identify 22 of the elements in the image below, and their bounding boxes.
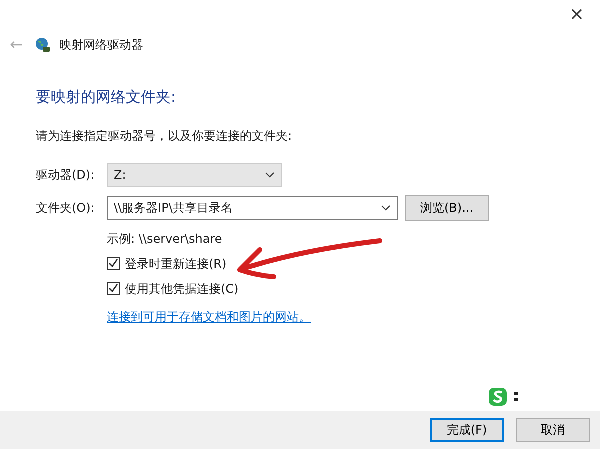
chevron-down-icon <box>381 204 391 210</box>
checkmark-icon <box>108 283 119 294</box>
dialog-title: 映射网络驱动器 <box>59 37 144 54</box>
finish-button[interactable]: 完成(F) <box>430 418 504 442</box>
network-globe-icon <box>35 37 52 53</box>
field-label: 文件夹(O): <box>36 200 96 216</box>
checkbox-option[interactable]: 登录时重新连接(R) <box>107 254 600 272</box>
browse-button[interactable]: 浏览(B)... <box>405 194 489 220</box>
checkmark-icon <box>108 258 119 269</box>
checkbox-option[interactable]: 使用其他凭据连接(C) <box>107 280 600 298</box>
drive-dropdown[interactable]: Z: <box>107 162 282 186</box>
input-method-icon[interactable] <box>488 387 510 407</box>
example-text: 示例: \\server\share <box>107 230 224 248</box>
website-link[interactable]: 连接到可用于存储文档和图片的网站。 <box>107 308 311 326</box>
chevron-down-icon <box>265 172 275 178</box>
menu-dots-icon[interactable] <box>514 392 518 402</box>
cancel-button[interactable]: 取消 <box>516 418 590 442</box>
heading: 要映射的网络文件夹: <box>36 87 178 108</box>
folder-combobox[interactable]: \\服务器IP\共享目录名 <box>107 196 398 220</box>
instruction-text: 请为连接指定驱动器号，以及你要连接的文件夹: <box>36 128 294 144</box>
field-label: 驱动器(D): <box>36 166 96 184</box>
close-button[interactable]: × <box>554 0 600 30</box>
